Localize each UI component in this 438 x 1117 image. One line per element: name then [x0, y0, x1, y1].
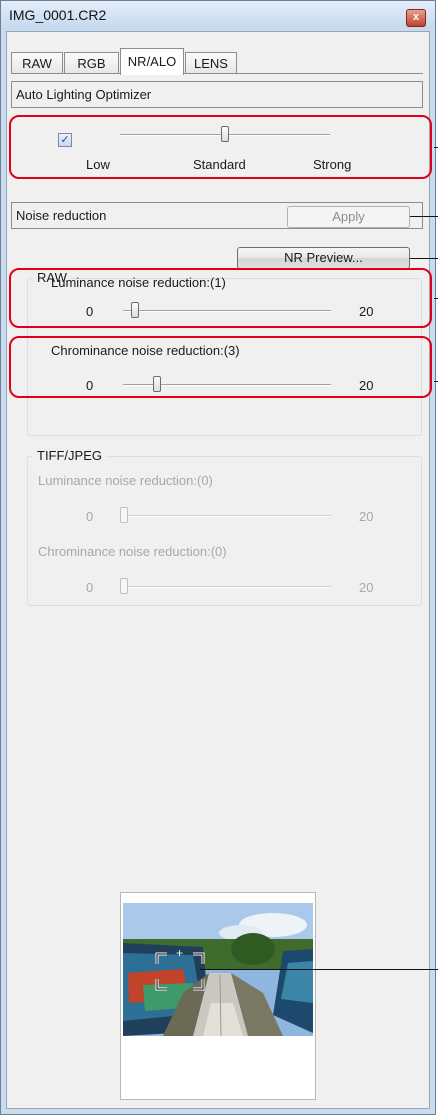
- tiff-chrominance-max: 20: [359, 580, 374, 595]
- tiff-luminance-track[interactable]: [123, 515, 331, 517]
- nr-preview-button[interactable]: NR Preview...: [237, 247, 410, 269]
- tab-raw[interactable]: RAW: [11, 52, 63, 74]
- luminance-highlight-box: [9, 268, 432, 328]
- navigator-thumbnail: [123, 903, 313, 1037]
- title-bar[interactable]: IMG_0001.CR2 x: [1, 1, 435, 29]
- tiff-luminance-thumb[interactable]: [120, 507, 128, 523]
- tab-nr-alo[interactable]: NR/ALO: [120, 48, 184, 75]
- navigator-callout-line: [200, 969, 438, 970]
- chrominance-highlight-box: [9, 336, 432, 398]
- tab-divider: [11, 73, 423, 74]
- navigator-panel[interactable]: +: [120, 892, 316, 1100]
- luminance-callout-line: [434, 298, 438, 299]
- tiff-jpeg-group-title: TIFF/JPEG: [33, 448, 106, 463]
- tab-lens[interactable]: LENS: [185, 52, 237, 74]
- chrominance-callout-line: [434, 381, 438, 382]
- tiff-luminance-max: 20: [359, 509, 374, 524]
- apply-button[interactable]: Apply: [287, 206, 410, 228]
- preview-callout-line: [410, 258, 438, 259]
- alo-highlight-box: [9, 115, 432, 179]
- tiff-chrominance-thumb[interactable]: [120, 578, 128, 594]
- tiff-chrominance-min: 0: [86, 580, 94, 595]
- alo-section-label: Auto Lighting Optimizer: [16, 87, 152, 102]
- window-title: IMG_0001.CR2: [9, 7, 107, 23]
- alo-section-header: Auto Lighting Optimizer: [11, 81, 423, 108]
- alo-callout-line: [434, 147, 438, 148]
- palette-content: RAW RGB NR/ALO LENS Auto Lighting Optimi…: [6, 31, 430, 1109]
- noise-section-label: Noise reduction: [16, 208, 107, 223]
- tiff-luminance-label: Luminance noise reduction:(0): [38, 473, 213, 488]
- tiff-chrominance-track[interactable]: [123, 586, 331, 588]
- apply-callout-line: [410, 216, 438, 217]
- zoom-plus-icon: +: [176, 946, 184, 960]
- tab-rgb[interactable]: RGB: [64, 52, 119, 74]
- tiff-luminance-min: 0: [86, 509, 94, 524]
- tiff-chrominance-label: Chrominance noise reduction:(0): [38, 544, 227, 559]
- close-icon[interactable]: x: [406, 9, 426, 27]
